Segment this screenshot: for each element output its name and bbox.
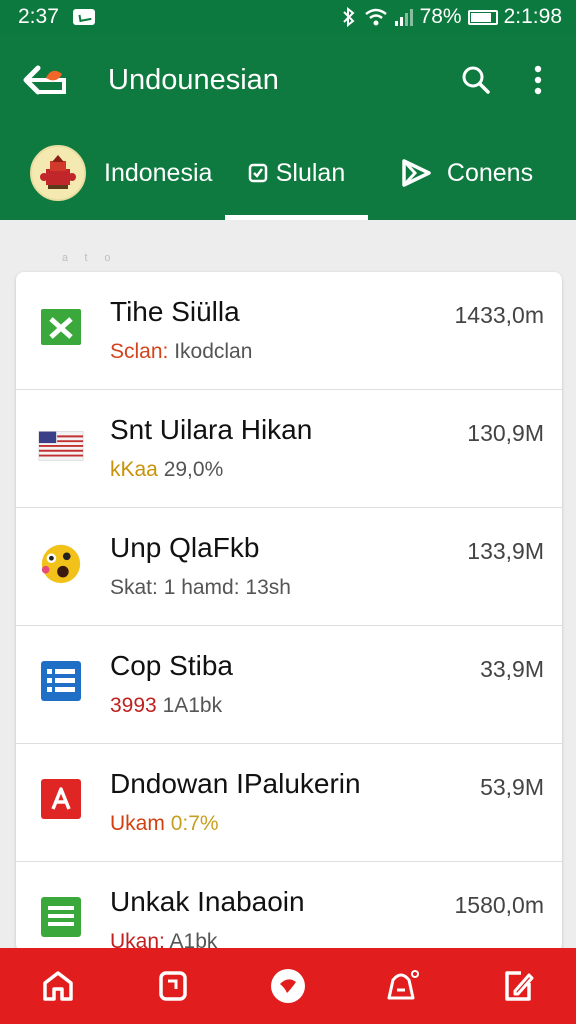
nav-bell-button[interactable] <box>373 956 433 1016</box>
item-subtitle: kKaa 29,0% <box>110 458 224 481</box>
list-item[interactable]: Unkak Inabaoin Ukan: A1bk 1580,0m <box>16 862 562 952</box>
item-title: Unkak Inabaoin <box>110 886 305 917</box>
status-bar: 2:37 78% 2:1:98 <box>0 0 576 34</box>
tab-indonesia[interactable]: Indonesia <box>0 126 225 220</box>
item-subtitle: Ukam 0:7% <box>110 812 219 835</box>
tablet-icon <box>159 971 187 1001</box>
wifi-icon <box>364 8 387 26</box>
flag-icon <box>38 422 84 468</box>
item-size: 1433,0m <box>454 302 544 328</box>
item-subtitle: Sclan: Ikodclan <box>110 340 253 363</box>
edit-icon <box>505 971 534 1001</box>
more-options-button[interactable] <box>518 60 558 100</box>
status-time-left: 2:37 <box>18 5 59 28</box>
item-title: Cop Stiba <box>110 650 233 681</box>
tab-slulan[interactable]: Slulan <box>225 126 368 220</box>
check-tag-icon <box>248 163 267 183</box>
item-size: 1580,0m <box>454 892 544 918</box>
item-title: Snt Uilara Hikan <box>110 414 313 445</box>
search-button[interactable] <box>456 60 496 100</box>
emoji-face-icon <box>38 540 84 586</box>
document-list-icon <box>38 658 84 704</box>
bottom-nav <box>0 948 576 1024</box>
more-vert-icon <box>534 65 542 95</box>
app-title: Undounesian <box>108 63 279 96</box>
tab-label-indonesia: Indonesia <box>104 158 213 187</box>
tab-bar: Indonesia Slulan Conens <box>0 126 576 220</box>
status-time-right: 2:1:98 <box>503 5 562 28</box>
item-title: Dndowan IPalukerin <box>110 768 361 799</box>
bell-icon <box>387 970 420 1000</box>
nav-edit-button[interactable] <box>488 956 548 1016</box>
nav-home-button[interactable] <box>28 956 88 1016</box>
notification-icon <box>72 9 95 25</box>
file-list: Tihe Siülla Sclan: Ikodclan 1433,0m Snt … <box>16 272 562 952</box>
list-item[interactable]: Dndowan IPalukerin Ukam 0:7% 53,9M <box>16 744 562 862</box>
search-icon <box>462 66 490 94</box>
battery-icon <box>467 9 498 25</box>
sheet-lines-icon <box>38 894 84 940</box>
section-header: ᵃ ᵗ ᵒ <box>62 252 117 269</box>
nav-tablet-button[interactable] <box>143 956 203 1016</box>
item-size: 53,9M <box>480 774 544 800</box>
list-item[interactable]: Cop Stiba 3993 1A1bk 33,9M <box>16 626 562 744</box>
signal-icon <box>394 9 413 26</box>
app-bar: Undounesian <box>0 34 576 126</box>
tab-active-indicator <box>225 215 368 220</box>
item-title: Unp QlaFkb <box>110 532 260 563</box>
item-subtitle: Skat: 1 hamd: 13sh <box>110 576 291 599</box>
battery-percent: 78% <box>419 5 462 28</box>
tab-label-conens: Conens <box>446 158 534 187</box>
item-size: 33,9M <box>480 656 544 682</box>
back-home-icon[interactable] <box>20 58 72 102</box>
spreadsheet-x-icon <box>38 304 84 350</box>
record-icon <box>270 969 305 1003</box>
list-item[interactable]: Snt Uilara Hikan kKaa 29,0% 130,9M <box>16 390 562 508</box>
item-title: Tihe Siülla <box>110 296 240 327</box>
home-icon <box>42 971 73 1001</box>
item-subtitle: 3993 1A1bk <box>110 694 223 717</box>
pdf-document-icon <box>38 776 84 822</box>
item-size: 133,9M <box>467 538 544 564</box>
indonesia-emblem-icon <box>30 145 86 201</box>
tab-conens[interactable]: Conens <box>368 126 576 220</box>
list-item[interactable]: Unp QlaFkb Skat: 1 hamd: 13sh 133,9M <box>16 508 562 626</box>
play-forward-icon <box>402 159 431 187</box>
tab-label-slulan: Slulan <box>275 158 346 187</box>
bluetooth-icon <box>342 7 355 27</box>
item-size: 130,9M <box>467 420 544 446</box>
list-item[interactable]: Tihe Siülla Sclan: Ikodclan 1433,0m <box>16 272 562 390</box>
nav-record-button[interactable] <box>258 956 318 1016</box>
